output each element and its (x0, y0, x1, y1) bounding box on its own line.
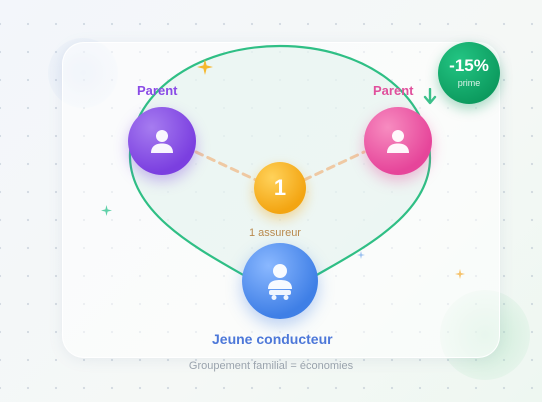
parent-left-label: Parent (137, 83, 178, 98)
arrow-down-icon (423, 88, 437, 105)
sparkle-icon (197, 59, 213, 75)
diagram-caption: Groupement familial = économies (188, 360, 354, 372)
family-insurance-scene: Parent Parent 1 1 assureur Jeune conduct… (0, 0, 542, 402)
parent-left-node (128, 107, 196, 175)
insurer-node: 1 (254, 162, 306, 214)
parent-right-node (364, 107, 432, 175)
person-icon (387, 130, 409, 153)
sparkle-icon (357, 251, 365, 259)
person-icon (151, 130, 173, 153)
young-driver-label: Jeune conducteur (212, 331, 333, 347)
insurer-label: 1 assureur (249, 227, 301, 239)
young-driver-node (242, 243, 318, 319)
insurer-number: 1 (273, 175, 287, 200)
sparkle-icon (455, 269, 465, 279)
parent-right-label: Parent (373, 83, 414, 98)
driver-icon (268, 264, 292, 300)
discount-badge: -15% prime (438, 42, 500, 104)
discount-value: -15% (449, 56, 489, 75)
discount-sub-label: prime (457, 78, 481, 88)
sparkle-icon (101, 205, 112, 216)
